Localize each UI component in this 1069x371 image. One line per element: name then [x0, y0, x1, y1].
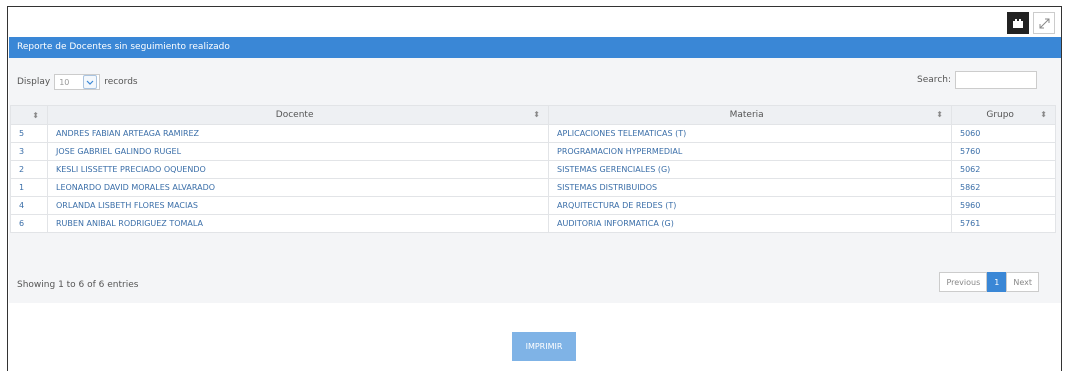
- materia-cell[interactable]: ARQUITECTURA DE REDES (T): [548, 196, 952, 215]
- row-index: 3: [10, 142, 48, 161]
- previous-page-button[interactable]: Previous: [939, 272, 988, 292]
- search-control: Search:: [917, 71, 1037, 89]
- table-row[interactable]: 1 LEONARDO DAVID MORALES ALVARADO SISTEM…: [10, 178, 1056, 197]
- print-button[interactable]: IMPRIMIR: [512, 332, 576, 361]
- table-row[interactable]: 2 KESLI LISSETTE PRECIADO OQUENDO SISTEM…: [10, 160, 1056, 179]
- materia-cell[interactable]: SISTEMAS GERENCIALES (G): [548, 160, 952, 179]
- row-index: 5: [10, 124, 48, 143]
- materia-cell[interactable]: APLICACIONES TELEMATICAS (T): [548, 124, 952, 143]
- table-header-row: ⬍ Docente ⬍ Materia ⬍ Grupo ⬍: [10, 105, 1056, 125]
- records-per-page-value: 10: [59, 77, 70, 87]
- materia-cell[interactable]: PROGRAMACION HYPERMEDIAL: [548, 142, 952, 161]
- docente-cell[interactable]: RUBEN ANIBAL RODRIGUEZ TOMALA: [47, 214, 549, 233]
- datatable-panel: Display 10 records Search: ⬍ Docente ⬍ Ma…: [9, 58, 1061, 303]
- expand-icon: [1039, 18, 1049, 28]
- docente-cell[interactable]: KESLI LISSETTE PRECIADO OQUENDO: [47, 160, 549, 179]
- sort-icon: ⬍: [32, 110, 39, 120]
- sort-icon: ⬍: [936, 110, 943, 119]
- docente-cell[interactable]: ANDRES FABIAN ARTEAGA RAMIREZ: [47, 124, 549, 143]
- report-frame: Reporte de Docentes sin seguimiento real…: [7, 6, 1062, 371]
- length-prefix: Display: [17, 77, 51, 87]
- table-info: Showing 1 to 6 of 6 entries: [17, 280, 139, 290]
- fullscreen-button[interactable]: [1033, 12, 1055, 34]
- grupo-cell[interactable]: 5960: [951, 196, 1056, 215]
- column-header-docente[interactable]: Docente ⬍: [47, 105, 549, 125]
- length-suffix: records: [104, 77, 138, 87]
- grupo-cell[interactable]: 5862: [951, 178, 1056, 197]
- column-header-index[interactable]: ⬍: [10, 105, 48, 125]
- row-index: 4: [10, 196, 48, 215]
- materia-cell[interactable]: AUDITORIA INFORMATICA (G): [548, 214, 952, 233]
- sort-icon: ⬍: [533, 110, 540, 119]
- table-row[interactable]: 4 ORLANDA LISBETH FLORES MACIAS ARQUITEC…: [10, 196, 1056, 215]
- top-tools: [1007, 12, 1055, 34]
- calendar-button[interactable]: [1007, 12, 1029, 34]
- column-header-materia[interactable]: Materia ⬍: [548, 105, 952, 125]
- grupo-cell[interactable]: 5760: [951, 142, 1056, 161]
- grupo-cell[interactable]: 5062: [951, 160, 1056, 179]
- page-1-button[interactable]: 1: [987, 272, 1007, 292]
- docente-cell[interactable]: LEONARDO DAVID MORALES ALVARADO: [47, 178, 549, 197]
- search-input[interactable]: [955, 71, 1037, 89]
- chevron-down-icon: [83, 75, 98, 89]
- row-index: 1: [10, 178, 48, 197]
- table-row[interactable]: 5 ANDRES FABIAN ARTEAGA RAMIREZ APLICACI…: [10, 124, 1056, 143]
- table-row[interactable]: 3 JOSE GABRIEL GALINDO RUGEL PROGRAMACIO…: [10, 142, 1056, 161]
- row-index: 2: [10, 160, 48, 179]
- docente-cell[interactable]: JOSE GABRIEL GALINDO RUGEL: [47, 142, 549, 161]
- materia-cell[interactable]: SISTEMAS DISTRIBUIDOS: [548, 178, 952, 197]
- table-row[interactable]: 6 RUBEN ANIBAL RODRIGUEZ TOMALA AUDITORI…: [10, 214, 1056, 233]
- docente-cell[interactable]: ORLANDA LISBETH FLORES MACIAS: [47, 196, 549, 215]
- grupo-cell[interactable]: 5060: [951, 124, 1056, 143]
- search-label: Search:: [917, 75, 951, 85]
- panel-title: Reporte de Docentes sin seguimiento real…: [9, 37, 1061, 58]
- records-per-page-select[interactable]: 10: [54, 74, 101, 90]
- next-page-button[interactable]: Next: [1006, 272, 1039, 292]
- docentes-table: ⬍ Docente ⬍ Materia ⬍ Grupo ⬍ 5 ANDRES FABI…: [10, 105, 1056, 233]
- pagination: Previous 1 Next: [939, 272, 1039, 292]
- length-control: Display 10 records: [17, 74, 138, 90]
- calendar-icon: [1013, 18, 1023, 28]
- sort-icon: ⬍: [1040, 110, 1047, 119]
- column-header-grupo[interactable]: Grupo ⬍: [951, 105, 1056, 125]
- row-index: 6: [10, 214, 48, 233]
- grupo-cell[interactable]: 5761: [951, 214, 1056, 233]
